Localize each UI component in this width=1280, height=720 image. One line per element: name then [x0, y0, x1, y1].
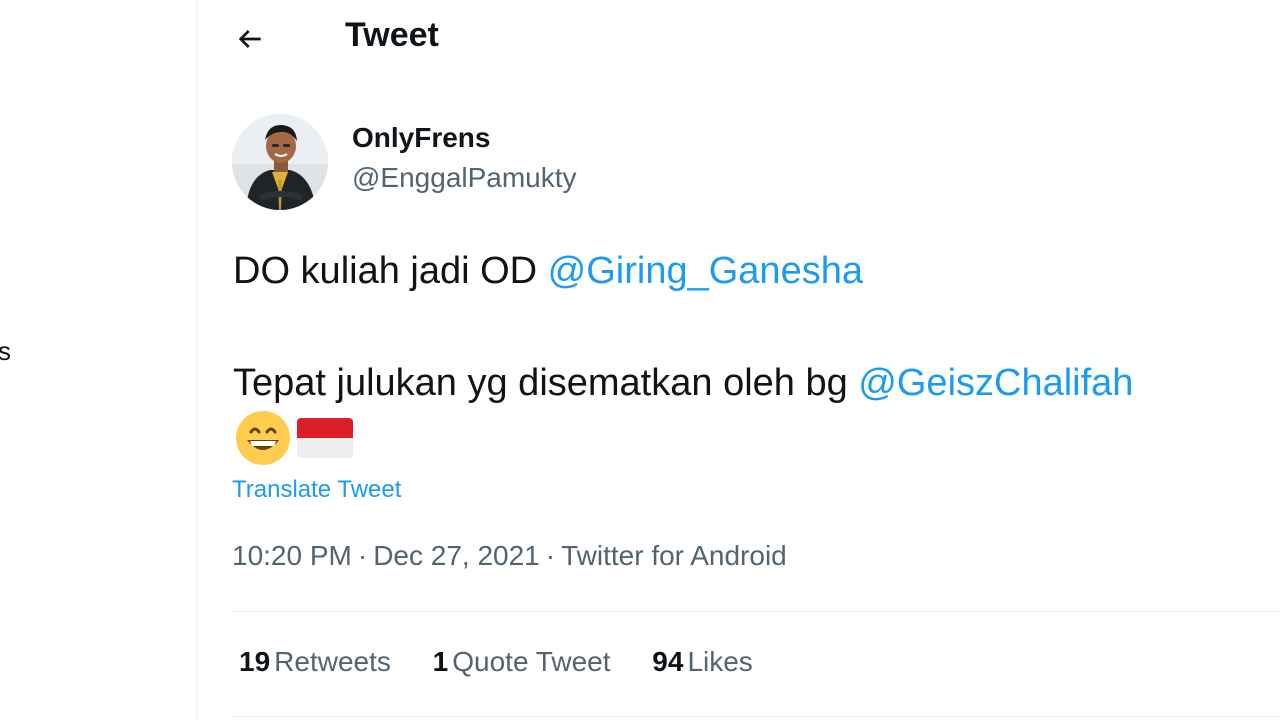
tweet-date[interactable]: Dec 27, 2021: [373, 540, 540, 571]
page-header: Tweet: [199, 0, 1280, 80]
tweet-text-segment: DO kuliah jadi OD: [233, 250, 548, 292]
tweet-text-line-2: Tepat julukan yg disematkan oleh bg @Gei…: [233, 362, 1133, 405]
tweet-text-line-1: DO kuliah jadi OD @Giring_Ganesha: [233, 250, 863, 293]
meta-separator: ·: [357, 540, 368, 571]
retweets-label: Retweets: [274, 646, 391, 677]
tweet-page: s Tweet OnlyFrens @EnggalPamukty DO kuli…: [0, 0, 1280, 720]
tweet-time[interactable]: 10:20 PM: [232, 540, 352, 571]
back-button[interactable]: [225, 14, 275, 64]
author-handle[interactable]: @EnggalPamukty: [352, 162, 577, 194]
tweet-metadata: 10:20 PM · Dec 27, 2021 · Twitter for Androi…: [232, 540, 787, 572]
tweet-stats: 19 Retweets 1 Quote Tweet 94 Likes: [239, 646, 787, 678]
retweets-count: 19: [239, 646, 271, 677]
retweets-stat[interactable]: 19 Retweets: [239, 646, 391, 678]
stats-divider-top: [232, 611, 1280, 612]
likes-count: 94: [652, 646, 684, 677]
arrow-left-icon: [238, 30, 261, 48]
quote-tweets-stat[interactable]: 1 Quote Tweet: [433, 646, 611, 678]
avatar-image: [232, 114, 328, 210]
author-avatar[interactable]: [232, 114, 328, 210]
meta-separator: ·: [545, 540, 556, 571]
translate-tweet-link[interactable]: Translate Tweet: [232, 476, 401, 504]
stats-divider-bottom: [232, 716, 1280, 717]
grinning-face-emoji-icon: [236, 411, 290, 465]
page-title: Tweet: [345, 16, 439, 54]
indonesia-flag-emoji-icon: [297, 418, 353, 458]
likes-stat[interactable]: 94 Likes: [652, 646, 753, 678]
quote-tweets-label: Quote Tweet: [452, 646, 611, 677]
quote-tweets-count: 1: [432, 646, 449, 677]
likes-label: Likes: [687, 646, 753, 677]
main-column: Tweet OnlyFrens @EnggalPamukty DO kuliah…: [199, 0, 1280, 720]
sidebar-text-fragment[interactable]: s: [0, 336, 11, 367]
mention-link-giring[interactable]: @Giring_Ganesha: [548, 250, 863, 292]
author-display-name[interactable]: OnlyFrens: [352, 122, 490, 154]
tweet-source-link[interactable]: Twitter for Android: [561, 540, 787, 571]
tweet-text-segment: Tepat julukan yg disematkan oleh bg: [233, 362, 859, 404]
left-navigation-column: s: [0, 0, 198, 720]
mention-link-geisz[interactable]: @GeiszChalifah: [858, 362, 1133, 404]
